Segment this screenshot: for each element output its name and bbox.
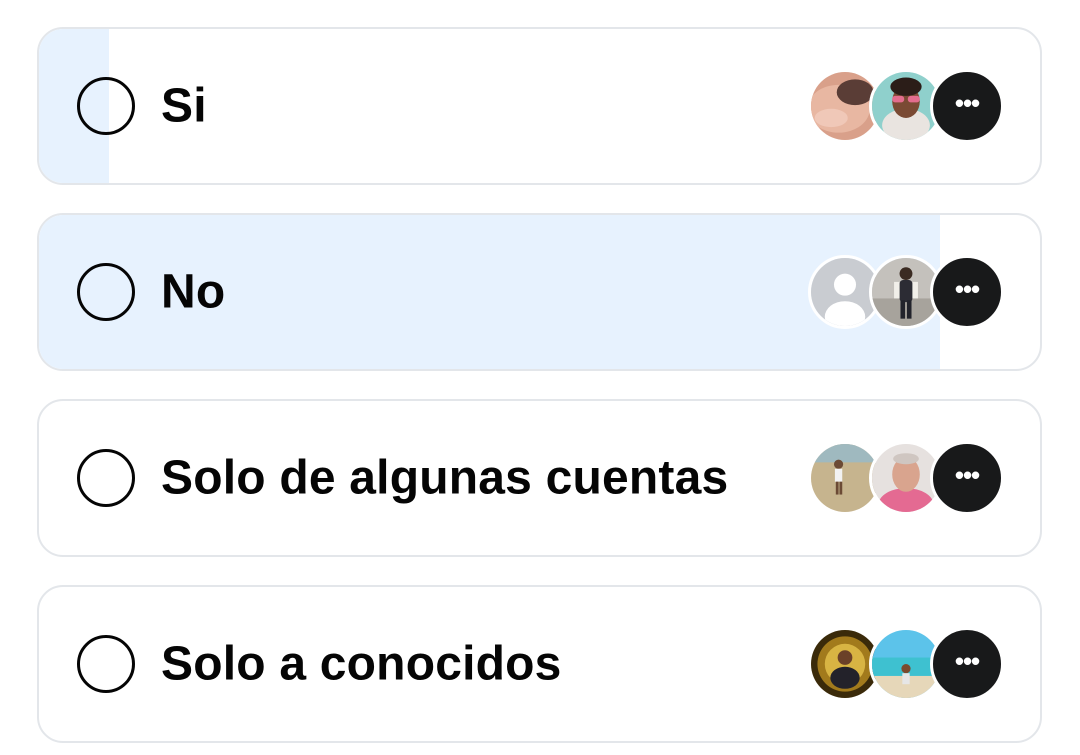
radio-button[interactable] [77,77,135,135]
more-voters-icon[interactable]: ••• [930,69,1004,143]
more-voters-icon[interactable]: ••• [930,255,1004,329]
poll-option-si[interactable]: Si ••• [37,27,1042,185]
voter-avatars[interactable]: ••• [808,627,1004,701]
poll-option-solo-conocidos[interactable]: Solo a conocidos ••• [37,585,1042,743]
voter-avatars[interactable]: ••• [808,69,1004,143]
option-label: Solo a conocidos [161,637,562,691]
more-voters-icon[interactable]: ••• [930,627,1004,701]
more-voters-icon[interactable]: ••• [930,441,1004,515]
poll-options: Si ••• No ••• Solo de algunas cuentas ••… [0,0,1080,755]
radio-button[interactable] [77,449,135,507]
voter-avatars[interactable]: ••• [808,441,1004,515]
poll-option-no[interactable]: No ••• [37,213,1042,371]
option-label: No [161,265,226,319]
option-label: Si [161,79,207,133]
radio-button[interactable] [77,263,135,321]
poll-option-solo-algunas-cuentas[interactable]: Solo de algunas cuentas ••• [37,399,1042,557]
voter-avatars[interactable]: ••• [808,255,1004,329]
radio-button[interactable] [77,635,135,693]
option-label: Solo de algunas cuentas [161,451,729,505]
